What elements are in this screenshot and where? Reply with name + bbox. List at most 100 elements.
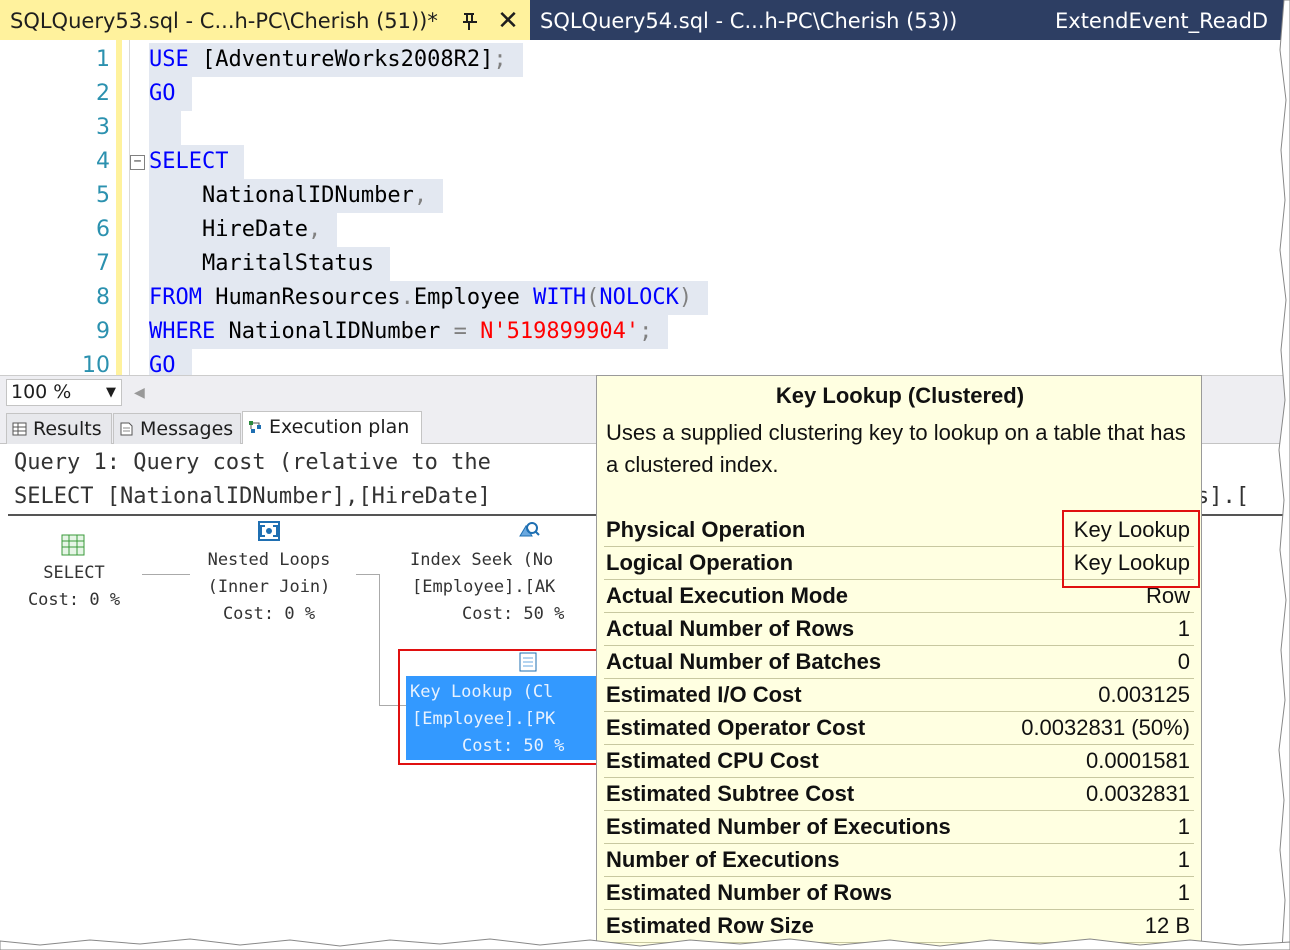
- tooltip-row: Estimated CPU Cost 0.0001581: [604, 745, 1194, 778]
- tab-sqlquery53[interactable]: SQLQuery53.sql - C...h-PC\Cherish (51))*: [0, 0, 530, 40]
- property-value: 0: [1177, 649, 1190, 674]
- zoom-value: 100 %: [11, 381, 72, 403]
- nested-loops-label[interactable]: Nested Loops: [178, 547, 360, 574]
- code-line-3: 3: [0, 111, 1290, 145]
- tooltip-row: Estimated Subtree Cost 0.0032831: [604, 778, 1194, 811]
- tooltip-row: Estimated I/O Cost 0.003125: [604, 679, 1194, 712]
- collapse-icon[interactable]: −: [130, 155, 145, 170]
- property-name: Estimated Number of Executions: [606, 814, 951, 839]
- code-line-9: 9 WHERE NationalIDNumber = N'519899904';: [0, 315, 1290, 349]
- index-seek-label[interactable]: Index Seek (No: [410, 547, 553, 574]
- property-value: 0.0001581: [1086, 748, 1190, 773]
- property-name: Actual Execution Mode: [606, 583, 849, 608]
- tooltip-row: Number of Executions 1: [604, 844, 1194, 877]
- nested-loops-join-type: (Inner Join): [207, 577, 331, 597]
- property-value: 0.003125: [1098, 682, 1190, 707]
- tab-messages[interactable]: Messages: [113, 413, 241, 444]
- line-number: 3: [96, 115, 110, 140]
- property-value: 0.0032831 (50%): [1021, 715, 1190, 740]
- nested-loops-icon[interactable]: [257, 520, 281, 542]
- operation-highlight-box: [1062, 510, 1200, 588]
- code-line-5: 5 NationalIDNumber,: [0, 179, 1290, 213]
- nested-loops-cost: Cost: 0 %: [222, 604, 316, 624]
- messages-icon: [120, 422, 133, 436]
- line-number: 1: [96, 47, 110, 72]
- code-text: NationalIDNumber,: [149, 179, 444, 213]
- tooltip-row: Actual Number of Rows 1: [604, 613, 1194, 646]
- line-number: 9: [96, 319, 110, 344]
- tooltip-title: Key Lookup (Clustered): [775, 383, 1025, 408]
- tab-sqlquery54[interactable]: SQLQuery54.sql - C...h-PC\Cherish (53)): [540, 0, 980, 40]
- code-line-7: 7 MaritalStatus: [0, 247, 1290, 281]
- select-icon[interactable]: [61, 534, 85, 556]
- grid-icon: [12, 422, 27, 436]
- code-text: SELECT: [149, 145, 245, 179]
- code-text: FROM HumanResources.Employee WITH(NOLOCK…: [149, 281, 709, 315]
- line-number: 2: [96, 81, 110, 106]
- tab-sqlquery54-label: SQLQuery54.sql - C...h-PC\Cherish (53)): [540, 9, 958, 33]
- code-line-2: 2 GO: [0, 77, 1290, 111]
- tab-extendevent-label: ExtendEvent_ReadD: [1055, 9, 1269, 33]
- line-number: 4: [96, 149, 110, 174]
- code-text: WHERE NationalIDNumber = N'519899904';: [149, 315, 669, 349]
- close-tab-icon[interactable]: ✕: [493, 0, 523, 40]
- index-seek-cost: Cost: 50 %: [462, 604, 565, 624]
- property-name: Logical Operation: [606, 550, 794, 575]
- tab-messages-label: Messages: [140, 418, 234, 440]
- chevron-down-icon[interactable]: ▼: [106, 380, 116, 405]
- execution-plan-icon: [249, 421, 261, 433]
- property-name: Actual Number of Batches: [606, 649, 882, 674]
- tab-results-label: Results: [33, 418, 102, 440]
- zoom-dropdown[interactable]: 100 % ▼: [6, 379, 122, 406]
- torn-edge-bottom: [0, 938, 1290, 950]
- code-text: GO: [149, 77, 192, 111]
- connector-line: [379, 574, 380, 706]
- property-value: 1: [1177, 814, 1190, 839]
- code-line-6: 6 HireDate,: [0, 213, 1290, 247]
- scroll-left-icon[interactable]: ◀: [134, 384, 145, 401]
- property-name: Estimated I/O Cost: [606, 682, 802, 707]
- line-number: 8: [96, 285, 110, 310]
- code-line-1: 1 USE [AdventureWorks2008R2];: [0, 43, 1290, 77]
- property-name: Estimated Subtree Cost: [606, 781, 855, 806]
- property-value: 1: [1177, 847, 1190, 872]
- tooltip-row: Estimated Number of Executions 1: [604, 811, 1194, 844]
- query-text-tail: s].[: [1196, 484, 1249, 509]
- property-name: Physical Operation: [606, 517, 806, 542]
- code-text: USE [AdventureWorks2008R2];: [149, 43, 523, 77]
- tab-execution-plan[interactable]: Execution plan: [242, 411, 422, 445]
- line-number: 6: [96, 217, 110, 242]
- tab-execution-plan-label: Execution plan: [269, 416, 410, 438]
- property-name: Estimated Operator Cost: [606, 715, 866, 740]
- torn-edge-right: [1278, 0, 1290, 950]
- select-operator-label[interactable]: SELECT: [0, 560, 148, 587]
- query-text-line: SELECT [NationalIDNumber],[HireDate]: [14, 484, 491, 509]
- line-number: 7: [96, 251, 110, 276]
- code-line-4: 4 − SELECT: [0, 145, 1290, 179]
- code-line-10: 10 GO: [0, 349, 1290, 375]
- code-text: [149, 111, 181, 145]
- property-name: Estimated CPU Cost: [606, 748, 819, 773]
- tab-results[interactable]: Results: [6, 413, 112, 444]
- code-line-8: 8 FROM HumanResources.Employee WITH(NOLO…: [0, 281, 1290, 315]
- query-cost-line: Query 1: Query cost (relative to the: [14, 450, 491, 475]
- pin-icon[interactable]: [455, 0, 485, 40]
- operator-tooltip: Key Lookup (Clustered) Uses a supplied c…: [596, 375, 1202, 950]
- index-seek-icon[interactable]: [516, 520, 540, 542]
- index-seek-object: [Employee].[AK: [412, 577, 556, 597]
- document-tab-strip: SQLQuery53.sql - C...h-PC\Cherish (51))*…: [0, 0, 1290, 40]
- code-text: HireDate,: [149, 213, 338, 247]
- tooltip-row: Estimated Number of Rows 1: [604, 877, 1194, 910]
- code-text: GO: [149, 349, 192, 375]
- property-name: Estimated Number of Rows: [606, 880, 893, 905]
- tooltip-row: Actual Number of Batches 0: [604, 646, 1194, 679]
- property-name: Number of Executions: [606, 847, 840, 872]
- tooltip-description: Uses a supplied clustering key to lookup…: [606, 420, 1186, 477]
- sql-editor[interactable]: 1 USE [AdventureWorks2008R2]; 2 GO 3 4 −…: [0, 40, 1290, 375]
- line-number: 10: [82, 353, 110, 375]
- line-number: 5: [96, 183, 110, 208]
- select-operator-cost: Cost: 0 %: [27, 590, 121, 610]
- code-text: MaritalStatus: [149, 247, 391, 281]
- tab-extendevent[interactable]: ExtendEvent_ReadD: [1055, 0, 1285, 40]
- property-value: 1: [1177, 616, 1190, 641]
